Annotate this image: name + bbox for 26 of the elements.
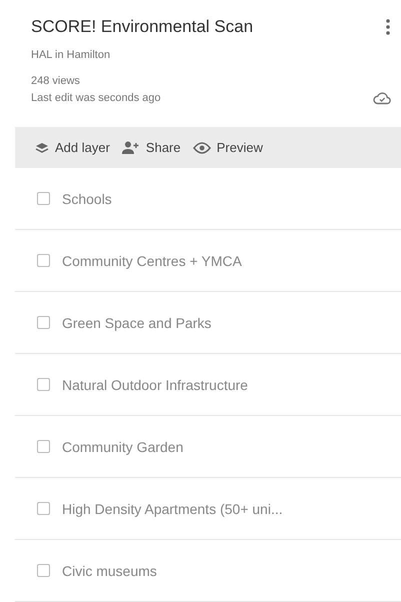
share-button[interactable]: Share: [122, 140, 181, 155]
preview-button[interactable]: Preview: [192, 140, 263, 155]
layer-name: Natural Outdoor Infrastructure: [62, 376, 248, 392]
eye-icon: [192, 142, 211, 154]
layer-name: Schools: [62, 190, 112, 206]
layer-name: Civic museums: [62, 562, 157, 578]
more-icon[interactable]: [385, 18, 391, 36]
view-count: 248 views: [31, 75, 81, 87]
owner-name: HAL in Hamilton: [31, 49, 112, 61]
cloud-icon: [373, 91, 391, 105]
layer-checkbox[interactable]: [37, 378, 50, 391]
layer-checkbox[interactable]: [37, 564, 50, 577]
layer-checkbox[interactable]: [37, 440, 50, 453]
layer-checkbox[interactable]: [37, 192, 50, 205]
add-layer-button[interactable]: Add layer: [35, 140, 110, 155]
layer-checkbox[interactable]: [37, 316, 50, 329]
layers-icon: [35, 142, 49, 154]
layer-name: High Density Apartments (50+ uni...: [62, 500, 283, 516]
map-title: SCORE! Environmental Scan: [31, 17, 254, 37]
layer-name: Community Centres + YMCA: [62, 252, 242, 268]
layer-checkbox[interactable]: [37, 254, 50, 267]
last-edit-text: Last edit was seconds ago: [31, 92, 161, 104]
add-person-icon: [122, 141, 140, 154]
layer-checkbox[interactable]: [37, 502, 50, 515]
layer-name: Community Garden: [62, 438, 184, 454]
layer-name: Green Space and Parks: [62, 314, 212, 330]
